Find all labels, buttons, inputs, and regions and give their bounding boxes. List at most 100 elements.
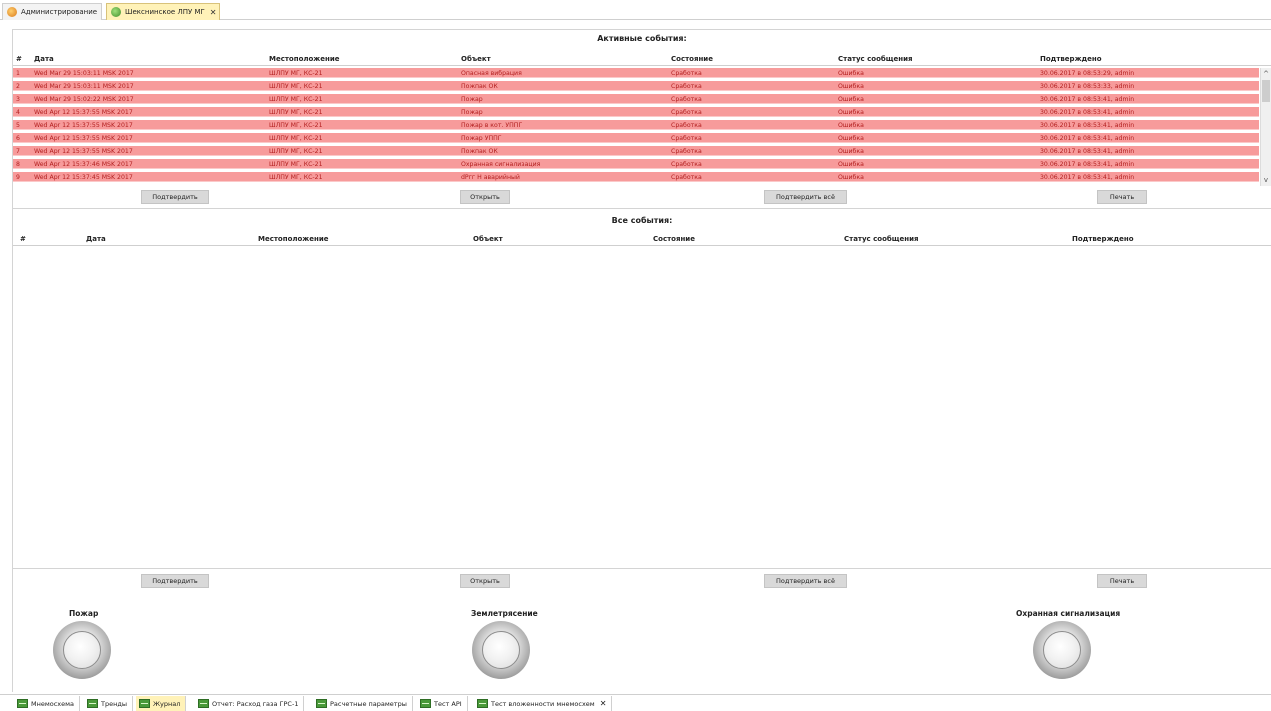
row-num: 4 [16, 108, 20, 116]
tab-sheksninskoe[interactable]: Шекснинское ЛПУ МГ ✕ [106, 3, 220, 20]
bottom-tab-bar: Мнемосхема Тренды Журнал Отчет: Расход г… [0, 694, 1271, 711]
row-object: Охранная сигнализация [461, 160, 541, 168]
scroll-thumb[interactable] [1262, 80, 1270, 102]
table-row[interactable]: 1 Wed Mar 29 15:03:11 MSK 2017 ШЛПУ МГ, КС… [13, 68, 1259, 78]
col-date: Дата [34, 55, 54, 63]
row-date: Wed Apr 12 15:37:55 MSK 2017 [34, 147, 133, 155]
tab-calc-params[interactable]: Расчетные параметры [313, 696, 413, 711]
row-location: ШЛПУ МГ, КС-21 [269, 69, 323, 77]
all-events-title: Все события: [611, 216, 673, 225]
col-num: # [20, 235, 26, 243]
confirm-button[interactable]: Подтвердить [141, 190, 209, 204]
scheme-icon [198, 699, 209, 708]
scheme-icon [420, 699, 431, 708]
print-button[interactable]: Печать [1097, 190, 1147, 204]
row-confirmed: 30.06.2017 в 08:53:41, admin [1040, 95, 1135, 103]
table-row[interactable]: 8 Wed Apr 12 15:37:46 MSK 2017 ШЛПУ МГ, КС… [13, 159, 1259, 169]
row-object: Пожпак ОК [461, 147, 498, 155]
active-events-scrollbar[interactable]: ^ v [1260, 68, 1271, 186]
row-date: Wed Apr 12 15:37:55 MSK 2017 [34, 121, 133, 129]
confirm-button[interactable]: Подтвердить [141, 574, 209, 588]
lamp-lens [482, 631, 520, 669]
tab-label: Тест вложенности мнемосхем [491, 699, 595, 708]
row-location: ШЛПУ МГ, КС-21 [269, 134, 323, 142]
row-location: ШЛПУ МГ, КС-21 [269, 147, 323, 155]
row-confirmed: 30.06.2017 в 08:53:41, admin [1040, 108, 1135, 116]
close-icon[interactable]: ✕ [210, 8, 217, 17]
col-confirmed: Подтверждено [1040, 55, 1102, 63]
row-object: Пожар УППГ [461, 134, 502, 142]
table-row[interactable]: 3 Wed Mar 29 15:02:22 MSK 2017 ШЛПУ МГ, КС… [13, 94, 1259, 104]
open-button[interactable]: Открыть [460, 574, 510, 588]
security-alarm-indicator-label: Охранная сигнализация [1016, 609, 1121, 618]
col-object: Объект [473, 235, 503, 243]
active-events-list: 1 Wed Mar 29 15:03:11 MSK 2017 ШЛПУ МГ, КС… [13, 68, 1259, 186]
table-row[interactable]: 5 Wed Apr 12 15:37:55 MSK 2017 ШЛПУ МГ, КС… [13, 120, 1259, 130]
lamp-lens [63, 631, 101, 669]
table-row[interactable]: 9 Wed Apr 12 15:37:45 MSK 2017 ШЛПУ МГ, КС… [13, 172, 1259, 182]
scroll-up-icon[interactable]: ^ [1261, 69, 1271, 79]
row-state: Сработка [671, 121, 702, 129]
row-date: Wed Apr 12 15:37:46 MSK 2017 [34, 160, 133, 168]
scheme-icon [477, 699, 488, 708]
row-state: Сработка [671, 160, 702, 168]
row-location: ШЛПУ МГ, КС-21 [269, 121, 323, 129]
row-location: ШЛПУ МГ, КС-21 [269, 95, 323, 103]
col-state: Состояние [671, 55, 713, 63]
col-message-status: Статус сообщения [844, 235, 919, 243]
row-date: Wed Apr 12 15:37:45 MSK 2017 [34, 173, 133, 181]
row-date: Wed Mar 29 15:03:11 MSK 2017 [34, 69, 134, 77]
row-object: dРгг Н аварийный [461, 173, 520, 181]
tab-label: Отчет: Расход газа ГРС-1 [212, 699, 299, 708]
print-button[interactable]: Печать [1097, 574, 1147, 588]
row-location: ШЛПУ МГ, КС-21 [269, 160, 323, 168]
row-date: Wed Mar 29 15:03:11 MSK 2017 [34, 82, 134, 90]
open-button[interactable]: Открыть [460, 190, 510, 204]
row-message-status: Ошибка [838, 82, 864, 90]
col-location: Местоположение [269, 55, 340, 63]
tab-test-api[interactable]: Тест API [417, 696, 468, 711]
table-row[interactable]: 6 Wed Apr 12 15:37:55 MSK 2017 ШЛПУ МГ, КС… [13, 133, 1259, 143]
tab-test-nesting[interactable]: Тест вложенности мнемосхем ✕ [474, 696, 613, 711]
row-state: Сработка [671, 147, 702, 155]
confirm-all-button[interactable]: Подтвердить всё [764, 574, 847, 588]
earthquake-indicator-lamp [472, 621, 530, 679]
earthquake-indicator-label: Землетрясение [471, 609, 538, 618]
row-message-status: Ошибка [838, 108, 864, 116]
row-message-status: Ошибка [838, 95, 864, 103]
tab-trends[interactable]: Тренды [84, 696, 133, 711]
row-num: 9 [16, 173, 20, 181]
tab-label: Администрирование [21, 8, 98, 16]
col-state: Состояние [653, 235, 695, 243]
tab-mnemoscheme[interactable]: Мнемосхема [14, 696, 81, 711]
table-row[interactable]: 7 Wed Apr 12 15:37:55 MSK 2017 ШЛПУ МГ, КС… [13, 146, 1259, 156]
row-message-status: Ошибка [838, 121, 864, 129]
row-message-status: Ошибка [838, 173, 864, 181]
col-num: # [16, 55, 22, 63]
table-row[interactable]: 4 Wed Apr 12 15:37:55 MSK 2017 ШЛПУ МГ, КС… [13, 107, 1259, 117]
row-object: Пожар [461, 95, 483, 103]
tab-label: Тренды [101, 699, 127, 708]
confirm-all-button[interactable]: Подтвердить всё [764, 190, 847, 204]
scroll-down-icon[interactable]: v [1261, 175, 1271, 185]
col-message-status: Статус сообщения [838, 55, 913, 63]
tab-gas-report[interactable]: Отчет: Расход газа ГРС-1 [195, 696, 305, 711]
tab-journal[interactable]: Журнал [136, 696, 187, 711]
row-state: Сработка [671, 69, 702, 77]
fire-indicator-lamp [53, 621, 111, 679]
row-confirmed: 30.06.2017 в 08:53:41, admin [1040, 134, 1135, 142]
close-icon[interactable]: ✕ [600, 699, 607, 708]
row-confirmed: 30.06.2017 в 08:53:41, admin [1040, 147, 1135, 155]
row-location: ШЛПУ МГ, КС-21 [269, 173, 323, 181]
active-events-panel: Активные события: # Дата Местоположение … [13, 30, 1271, 208]
row-state: Сработка [671, 82, 702, 90]
row-confirmed: 30.06.2017 в 08:53:33, admin [1040, 82, 1135, 90]
row-message-status: Ошибка [838, 147, 864, 155]
row-confirmed: 30.06.2017 в 08:53:41, admin [1040, 173, 1135, 181]
tab-administration[interactable]: Администрирование [2, 3, 102, 20]
table-row[interactable]: 2 Wed Mar 29 15:03:11 MSK 2017 ШЛПУ МГ, КС… [13, 81, 1259, 91]
row-num: 6 [16, 134, 20, 142]
row-message-status: Ошибка [838, 134, 864, 142]
row-confirmed: 30.06.2017 в 08:53:41, admin [1040, 160, 1135, 168]
active-events-header: # Дата Местоположение Объект Состояние С… [13, 52, 1271, 66]
